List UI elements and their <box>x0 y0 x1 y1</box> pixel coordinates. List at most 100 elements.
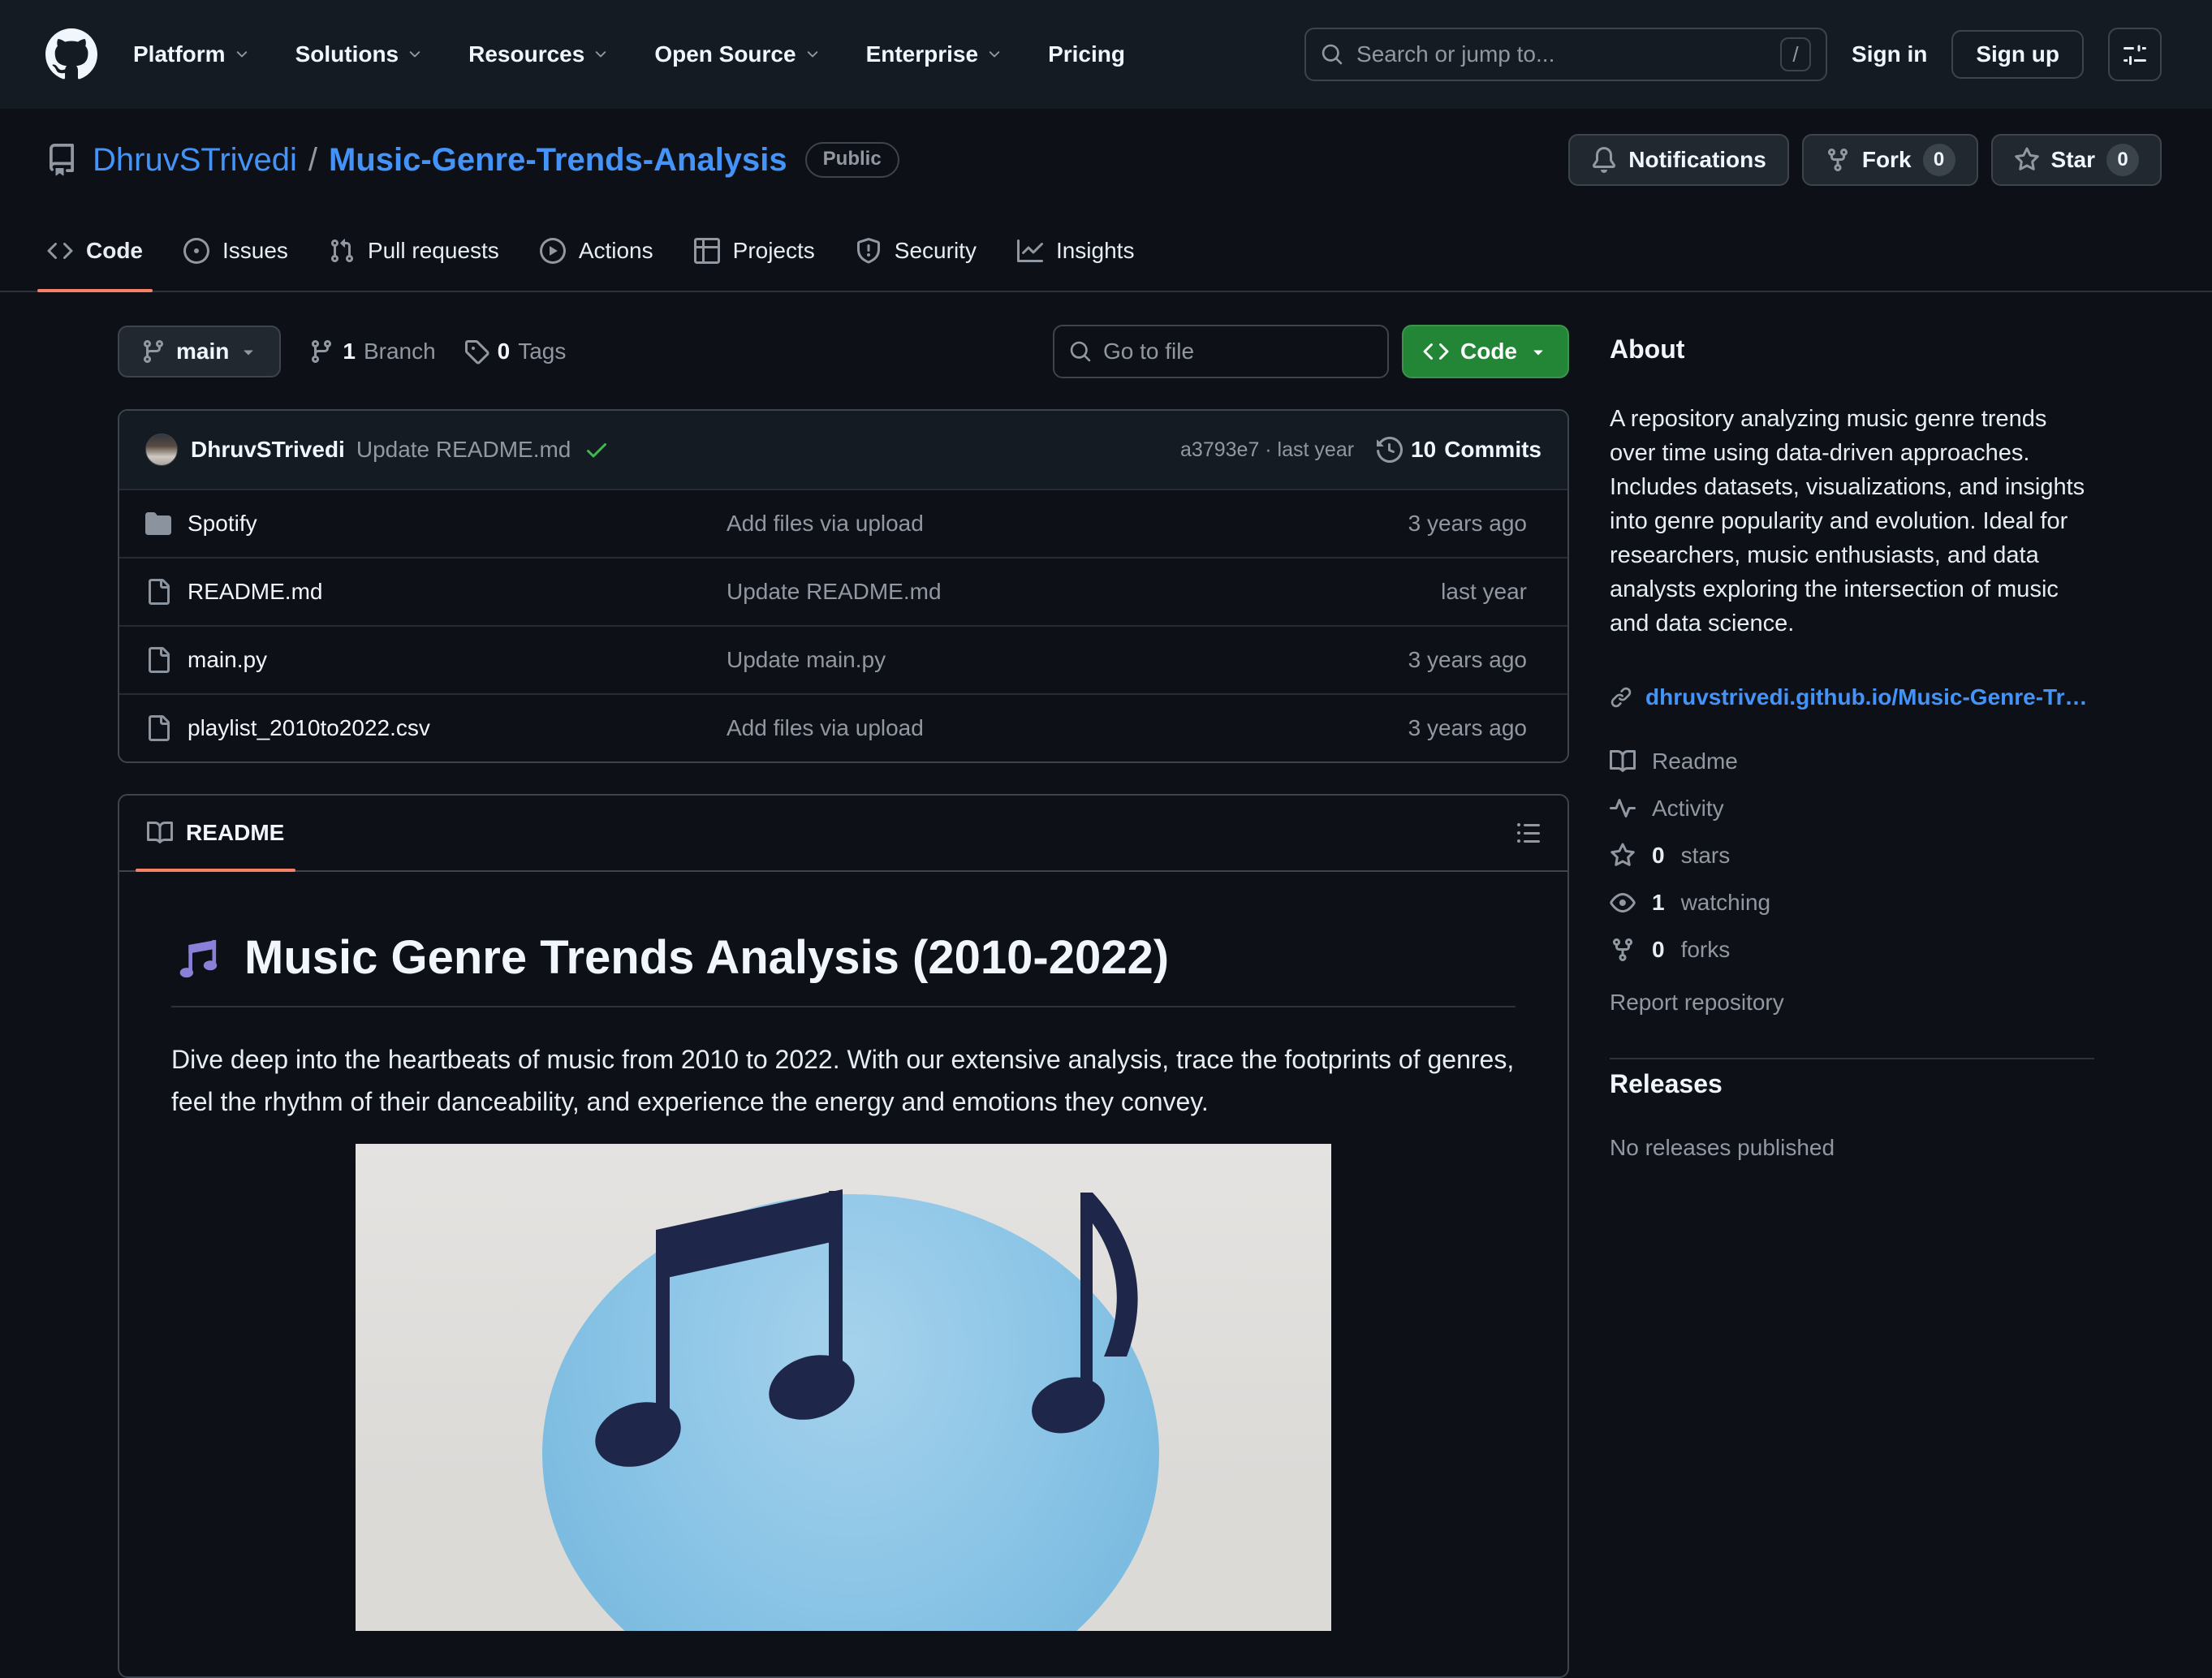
file-link[interactable]: README.md <box>188 579 322 605</box>
file-commit-time: 3 years ago <box>1408 511 1527 536</box>
code-dropdown-button[interactable]: Code <box>1402 325 1569 378</box>
notifications-label: Notifications <box>1628 147 1766 172</box>
commit-author-link[interactable]: DhruvSTrivedi <box>191 437 345 463</box>
tab-issues[interactable]: Issues <box>169 211 303 291</box>
sidebar-item-watching[interactable]: 1 watching <box>1610 879 2094 926</box>
bell-icon <box>1591 147 1617 173</box>
branch-selector[interactable]: main <box>118 326 282 377</box>
repo-owner-link[interactable]: DhruvSTrivedi <box>93 142 297 179</box>
chevron-down-icon <box>234 46 250 63</box>
tab-insights[interactable]: Insights <box>1003 211 1149 291</box>
sidebar-item-stars[interactable]: 0 stars <box>1610 832 2094 879</box>
link-icon <box>1610 686 1632 709</box>
tab-pull-requests[interactable]: Pull requests <box>314 211 514 291</box>
nav-item-enterprise[interactable]: Enterprise <box>866 41 1003 67</box>
commit-count-number: 10 <box>1411 437 1437 462</box>
repo-name-link[interactable]: Music-Genre-Trends-Analysis <box>329 142 787 179</box>
about-title: About <box>1610 334 1685 364</box>
nav-item-platform[interactable]: Platform <box>133 41 250 67</box>
avatar[interactable] <box>145 434 178 466</box>
file-link[interactable]: main.py <box>188 647 267 673</box>
fork-icon <box>1825 147 1851 173</box>
repo-tab-nav: Code Issues Pull requests Actions Projec… <box>0 211 2212 292</box>
tab-code[interactable]: Code <box>32 211 157 292</box>
notifications-button[interactable]: Notifications <box>1568 134 1789 186</box>
readme-content: Music Genre Trends Analysis (2010-2022) … <box>119 872 1567 1676</box>
branches-link[interactable]: 1 Branch <box>308 339 436 365</box>
chevron-down-icon <box>593 46 609 63</box>
shield-icon <box>856 238 882 264</box>
tab-actions[interactable]: Actions <box>525 211 668 291</box>
star-label: Star <box>2050 147 2095 172</box>
readme-tab-label: README <box>186 820 285 845</box>
star-button[interactable]: Star 0 <box>1990 134 2162 186</box>
readme-title-text: Music Genre Trends Analysis (2010-2022) <box>244 931 1170 984</box>
tab-label: Pull requests <box>367 238 499 263</box>
website-link[interactable]: dhruvstrivedi.github.io/Music-Genre-Tre.… <box>1645 684 2094 710</box>
sidebar-item-forks[interactable]: 0 forks <box>1610 926 2094 973</box>
nav-item-resources[interactable]: Resources <box>468 41 609 67</box>
play-icon <box>540 238 566 264</box>
issue-opened-icon <box>183 238 209 264</box>
file-commit-message-link[interactable]: Add files via upload <box>727 715 1408 741</box>
tab-projects[interactable]: Projects <box>679 211 830 291</box>
appearance-settings-button[interactable] <box>2108 28 2162 81</box>
pull-request-icon <box>329 238 355 264</box>
tag-count-label: Tags <box>518 339 567 364</box>
nav-label: Enterprise <box>865 41 979 67</box>
report-repository-link[interactable]: Report repository <box>1610 990 1784 1016</box>
fork-button[interactable]: Fork 0 <box>1801 134 1978 186</box>
search-input[interactable] <box>1356 41 1768 67</box>
table-row: main.py Update main.py 3 years ago <box>119 625 1567 693</box>
meta-label: Activity <box>1652 796 1724 821</box>
tab-security[interactable]: Security <box>841 211 991 291</box>
code-button-label: Code <box>1460 339 1517 364</box>
git-branch-icon <box>140 339 166 365</box>
commit-message-link[interactable]: Update README.md <box>356 437 571 463</box>
file-link[interactable]: playlist_2010to2022.csv <box>188 715 430 741</box>
readme-tab[interactable]: README <box>132 796 299 872</box>
nav-item-solutions[interactable]: Solutions <box>295 41 424 67</box>
star-count: 0 <box>2106 144 2139 176</box>
fork-icon <box>1610 937 1636 963</box>
pulse-icon <box>1610 796 1636 822</box>
github-logo[interactable] <box>45 28 97 80</box>
file-commit-message-link[interactable]: Update README.md <box>727 579 1441 605</box>
folder-icon <box>145 511 171 537</box>
tags-link[interactable]: 0 Tags <box>464 339 567 365</box>
branch-count: 1 <box>343 339 356 364</box>
sidebar-item-activity[interactable]: Activity <box>1610 785 2094 832</box>
search-shortcut-key: / <box>1780 37 1812 71</box>
header-search[interactable]: / <box>1304 28 1828 81</box>
sign-up-button[interactable]: Sign up <box>1951 30 2084 79</box>
readme-title: Music Genre Trends Analysis (2010-2022) <box>171 930 1516 1007</box>
nav-label: Pricing <box>1048 41 1125 67</box>
file-commit-time: 3 years ago <box>1408 647 1527 672</box>
book-icon <box>147 820 173 846</box>
repo-meta-list: Readme Activity 0 stars 1 watching 0 for… <box>1610 738 2094 973</box>
table-row: Spotify Add files via upload 3 years ago <box>119 489 1567 557</box>
tab-label: Security <box>894 238 977 263</box>
chevron-down-icon <box>407 46 423 63</box>
readme-outline-button[interactable] <box>1503 807 1554 859</box>
tab-label: Projects <box>732 238 815 263</box>
file-link[interactable]: Spotify <box>188 511 257 537</box>
nav-label: Platform <box>133 41 226 67</box>
book-icon <box>1610 748 1636 774</box>
nav-label: Resources <box>468 41 585 67</box>
nav-item-open-source[interactable]: Open Source <box>654 41 820 67</box>
nav-item-pricing[interactable]: Pricing <box>1048 41 1125 67</box>
file-commit-time: last year <box>1441 579 1527 604</box>
go-to-file-input[interactable] <box>1103 339 1373 365</box>
commit-history-link[interactable]: 10 Commits <box>1377 437 1542 463</box>
commit-sha-time[interactable]: a3793e7 · last year <box>1180 438 1354 462</box>
meta-label: watching <box>1680 890 1771 915</box>
sign-in-link[interactable]: Sign in <box>1852 41 1927 67</box>
file-commit-message-link[interactable]: Add files via upload <box>727 511 1408 537</box>
go-to-file-search[interactable] <box>1053 325 1389 378</box>
meta-label: forks <box>1680 937 1731 962</box>
commit-status-check-icon[interactable] <box>584 437 610 463</box>
sidebar-item-readme[interactable]: Readme <box>1610 738 2094 785</box>
file-commit-message-link[interactable]: Update main.py <box>727 647 1408 673</box>
list-unordered-icon <box>1516 820 1542 846</box>
